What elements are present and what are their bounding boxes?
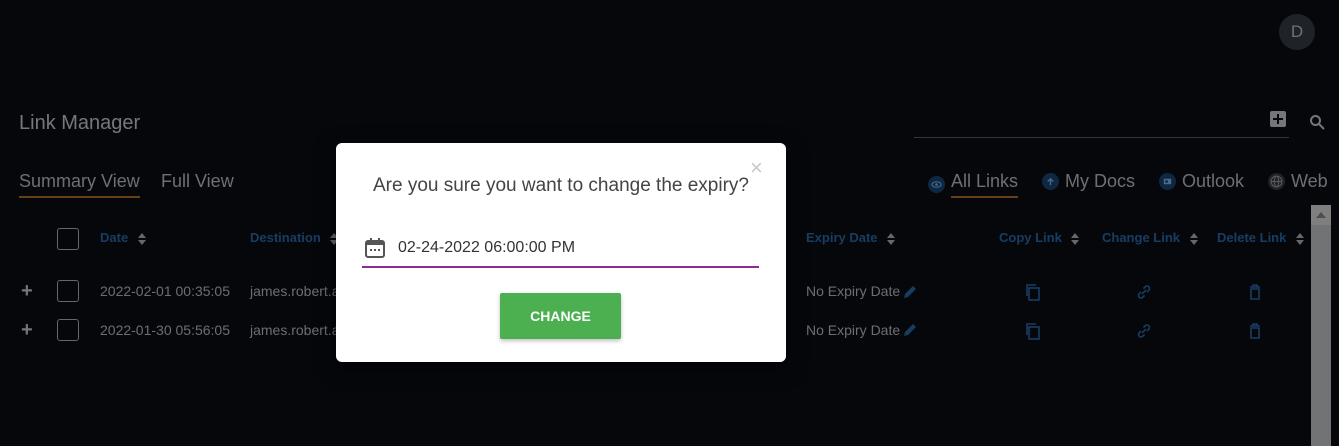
dialog-message: Are you sure you want to change the expi…: [372, 175, 749, 196]
expiry-date-input[interactable]: [398, 239, 698, 257]
date-input-underline: [362, 266, 759, 268]
calendar-icon[interactable]: [364, 237, 386, 259]
change-button[interactable]: CHANGE: [500, 293, 621, 339]
change-expiry-dialog: × Are you sure you want to change the ex…: [336, 143, 786, 362]
